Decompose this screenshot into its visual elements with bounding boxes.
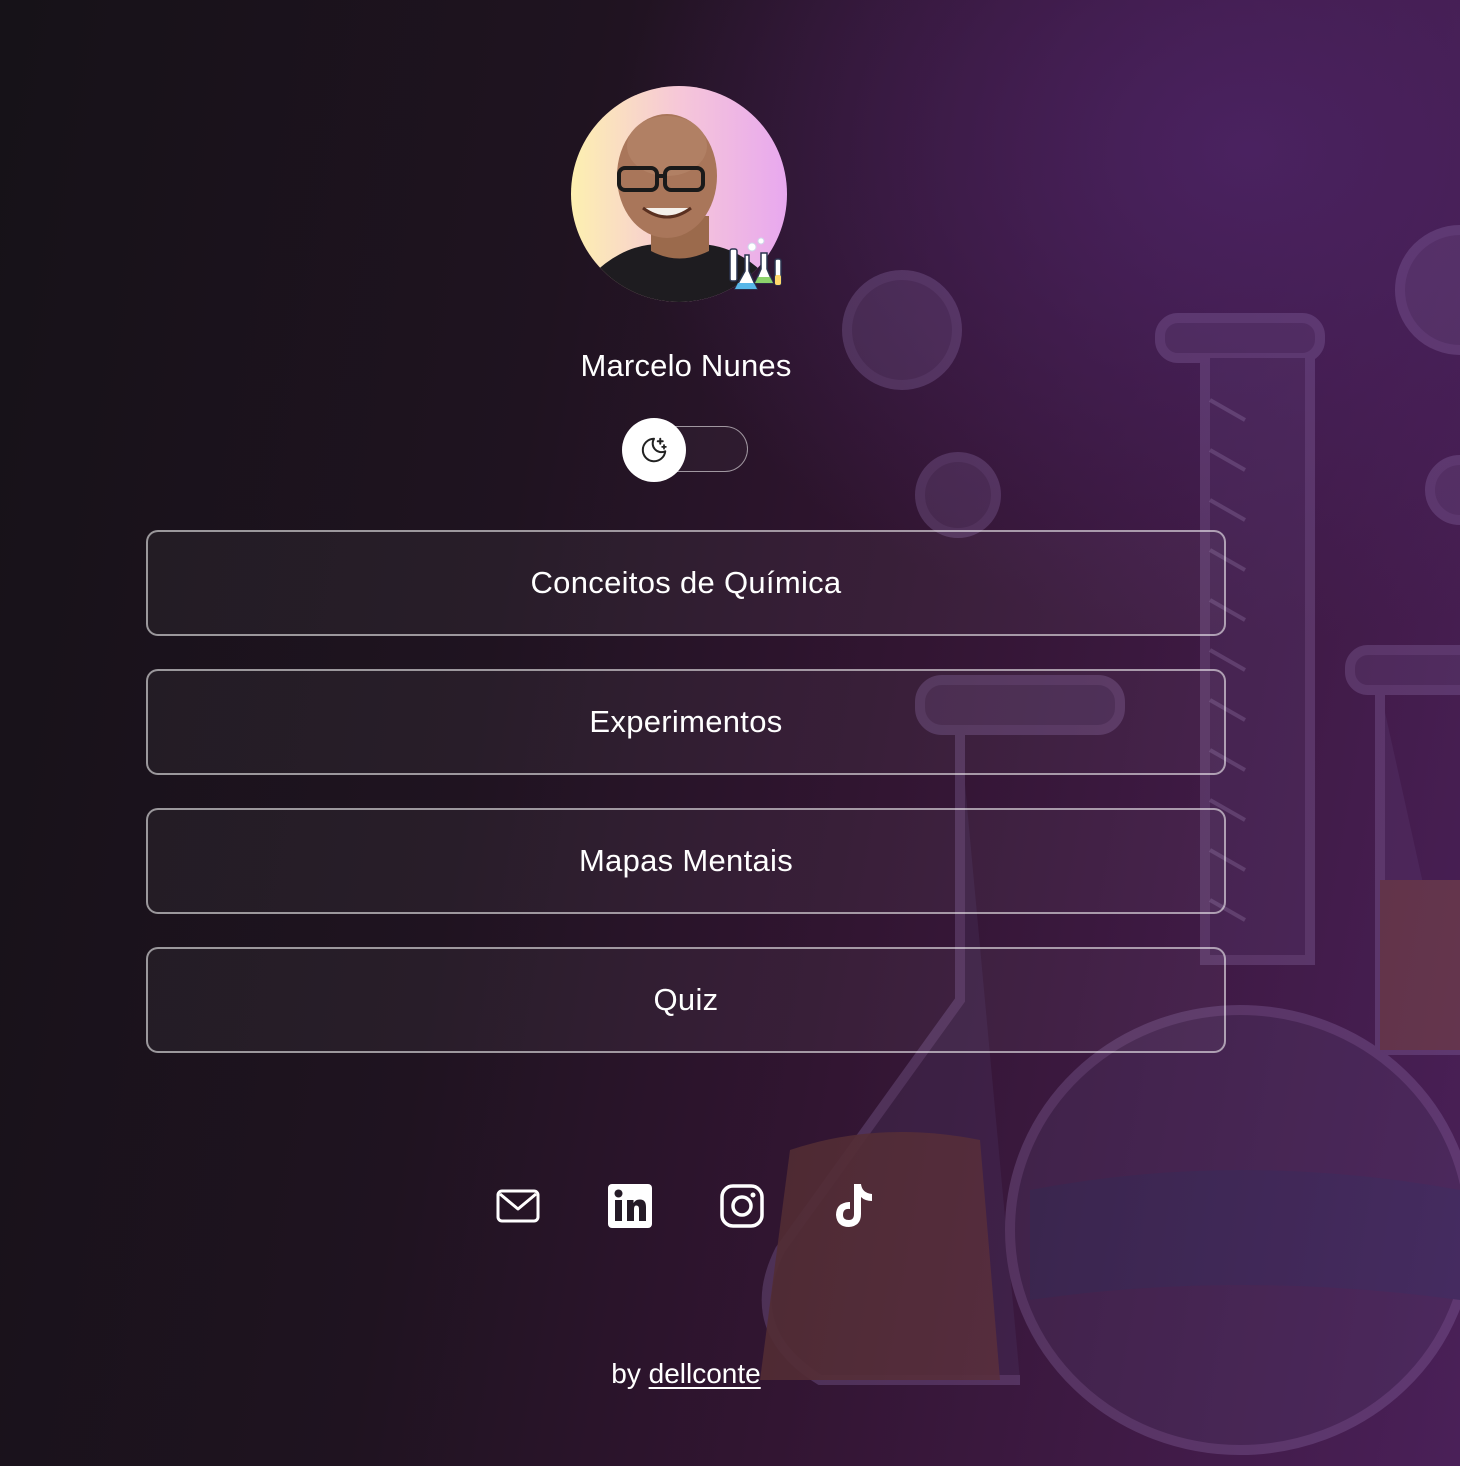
footer-credit: by dellconte <box>0 1358 1372 1390</box>
tiktok-link[interactable] <box>830 1180 878 1232</box>
lab-flasks-icon <box>729 237 782 290</box>
linkedin-link[interactable] <box>606 1180 654 1232</box>
footer-prefix: by <box>611 1358 641 1389</box>
link-list: Conceitos de Química Experimentos Mapas … <box>146 530 1226 1086</box>
footer-author-link[interactable]: dellconte <box>649 1358 761 1389</box>
tiktok-icon <box>836 1184 872 1227</box>
theme-toggle[interactable] <box>622 418 750 482</box>
link-experimentos[interactable]: Experimentos <box>146 669 1226 775</box>
mail-icon <box>496 1189 540 1223</box>
social-links <box>494 1180 878 1232</box>
moon-stars-icon <box>641 437 667 463</box>
profile-avatar <box>571 86 787 302</box>
email-link[interactable] <box>494 1180 542 1232</box>
linkedin-icon <box>608 1184 652 1228</box>
link-conceitos-de-quimica[interactable]: Conceitos de Química <box>146 530 1226 636</box>
instagram-icon <box>720 1184 764 1228</box>
link-quiz[interactable]: Quiz <box>146 947 1226 1053</box>
instagram-link[interactable] <box>718 1180 766 1232</box>
link-mapas-mentais[interactable]: Mapas Mentais <box>146 808 1226 914</box>
theme-toggle-knob[interactable] <box>622 418 686 482</box>
profile-name: Marcelo Nunes <box>580 348 792 383</box>
page: Marcelo Nunes Conceitos de Química Exper… <box>0 0 1460 1466</box>
